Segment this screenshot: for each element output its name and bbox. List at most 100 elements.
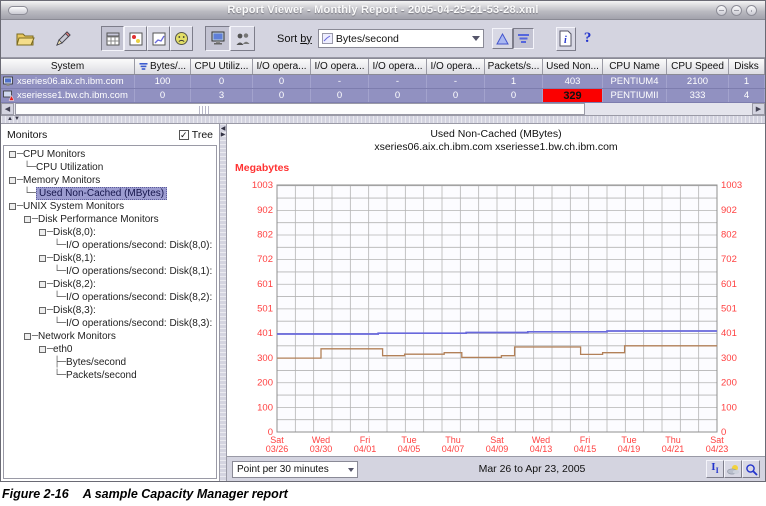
table-view-button[interactable] (101, 26, 124, 51)
single-system-button[interactable] (205, 26, 230, 51)
tree-expand-icon[interactable] (9, 177, 16, 184)
y-tick-label-right: 501 (721, 304, 737, 315)
tree-item[interactable]: ─Disk(8,0): (4, 226, 216, 239)
column-header-1[interactable]: Bytes/... (135, 59, 191, 74)
table-cell: 0 (253, 89, 311, 102)
tree-item-label: Memory Monitors (23, 175, 100, 186)
tree-item[interactable]: └─I/O operations/second: Disk(8,3): (4, 317, 216, 330)
tree-item[interactable]: ─eth0 (4, 343, 216, 356)
help-icon[interactable]: ? (584, 30, 592, 47)
tree-item[interactable]: ─Disk(8,3): (4, 304, 216, 317)
tree-expand-icon[interactable] (39, 255, 46, 262)
table-header-row: SystemBytes/...CPU Utiliz...I/O opera...… (1, 59, 765, 75)
tree-expand-icon[interactable] (24, 333, 31, 340)
vertical-splitter[interactable]: ◀▶ (220, 124, 227, 481)
column-header-label: CPU Name (609, 61, 660, 72)
tree-expand-icon[interactable] (9, 151, 16, 158)
minimize-button[interactable] (716, 5, 727, 16)
tree-item-label-selected: Used Non-Cached (MBytes) (36, 187, 167, 200)
tree-item[interactable]: ├─Bytes/second (4, 356, 216, 369)
group-systems-button[interactable] (230, 26, 255, 51)
pencil-icon (55, 30, 72, 47)
y-tick-label: 1003 (252, 180, 273, 191)
splitter-collapse-icons[interactable]: ◀▶ (221, 126, 226, 138)
x-tick-date: 04/09 (486, 444, 509, 454)
edit-report-button[interactable] (51, 27, 75, 51)
tree-item[interactable]: ─Memory Monitors (4, 174, 216, 187)
chart-subtitle: xseries06.aix.ch.ibm.com xseriesse1.bw.c… (227, 141, 765, 153)
table-row[interactable]: xseriesse1.bw.ch.ibm.com0300000329PENTIU… (1, 89, 765, 103)
forecast-button[interactable] (724, 460, 742, 478)
tree-item[interactable]: └─I/O operations/second: Disk(8,1): (4, 265, 216, 278)
report-info-button[interactable]: i (556, 27, 576, 51)
splitter-collapse-icons[interactable]: ▲▼ (7, 116, 21, 122)
x-tick-date: 04/19 (618, 444, 641, 454)
tree-item[interactable]: ─Disk Performance Monitors (4, 213, 216, 226)
tree-expand-icon[interactable] (39, 346, 46, 353)
tree-expand-icon[interactable] (39, 281, 46, 288)
chart-bottom-bar: Point per 30 minutes Mar 26 to Apr 23, 2… (227, 456, 765, 481)
tree-item[interactable]: ─Disk(8,1): (4, 252, 216, 265)
close-button[interactable] (746, 5, 757, 16)
system-name: xseries06.aix.ch.ibm.com (17, 76, 124, 87)
scrollbar-thumb[interactable] (15, 103, 585, 115)
sort-descending-button[interactable] (513, 28, 534, 49)
table-row[interactable]: xseries06.aix.ch.ibm.com10000---1403PENT… (1, 75, 765, 89)
column-header-3[interactable]: I/O opera... (253, 59, 311, 74)
tree-expand-icon[interactable] (9, 203, 16, 210)
open-report-button[interactable] (13, 27, 37, 51)
column-header-2[interactable]: CPU Utiliz... (191, 59, 253, 74)
tree-item[interactable]: └─CPU Utilization (4, 161, 216, 174)
line-chart-view-button[interactable] (147, 26, 170, 51)
scroll-left-arrow[interactable]: ◀ (1, 103, 14, 115)
horizontal-splitter[interactable]: ▲▼ (1, 116, 765, 124)
table-cell: - (311, 75, 369, 88)
tree-item[interactable]: └─Used Non-Cached (MBytes) (4, 187, 216, 200)
tree-item[interactable]: └─Packets/second (4, 369, 216, 382)
system-icon (3, 76, 14, 87)
tree-item[interactable]: └─I/O operations/second: Disk(8,2): (4, 291, 216, 304)
health-view-button[interactable] (170, 26, 193, 51)
column-header-5[interactable]: I/O opera... (369, 59, 427, 74)
tree-expand-icon[interactable] (39, 307, 46, 314)
axis-labels-button[interactable]: II (706, 460, 724, 478)
monitor-metric-icon (322, 33, 333, 44)
tree-expand-icon[interactable] (24, 216, 31, 223)
main-area: Monitors ✓ Tree ─CPU Monitors└─CPU Utili… (1, 124, 765, 481)
column-header-4[interactable]: I/O opera... (311, 59, 369, 74)
tree-expand-icon[interactable] (39, 229, 46, 236)
y-tick-label-right: 702 (721, 254, 737, 265)
tree-item[interactable]: ─UNIX System Monitors (4, 200, 216, 213)
sort-by-dropdown[interactable]: Bytes/second (318, 29, 484, 48)
tree-item[interactable]: ─Network Monitors (4, 330, 216, 343)
column-header-label: I/O opera... (256, 61, 306, 72)
table-cell: 0 (191, 75, 253, 88)
table-horizontal-scrollbar[interactable]: ◀ ▶ (1, 103, 765, 116)
title-bar: Report Viewer - Monthly Report - 2005-04… (1, 1, 765, 20)
column-header-10[interactable]: CPU Speed (667, 59, 729, 74)
tree-checkbox[interactable]: ✓ Tree (179, 129, 213, 141)
tree-item[interactable]: ─Disk(8,2): (4, 278, 216, 291)
column-header-6[interactable]: I/O opera... (427, 59, 485, 74)
column-header-9[interactable]: CPU Name (603, 59, 667, 74)
zoom-button[interactable] (742, 460, 760, 478)
table-cell: - (369, 75, 427, 88)
tree-item-label: UNIX System Monitors (23, 201, 124, 212)
status-view-button[interactable] (124, 26, 147, 51)
interval-dropdown[interactable]: Point per 30 minutes (232, 461, 358, 478)
column-header-7[interactable]: Packets/s... (485, 59, 543, 74)
tree-item[interactable]: └─I/O operations/second: Disk(8,0): (4, 239, 216, 252)
x-tick-date: 03/30 (310, 444, 333, 454)
sort-by-value: Bytes/second (336, 33, 399, 45)
tree-item[interactable]: ─CPU Monitors (4, 148, 216, 161)
column-header-label: Packets/s... (488, 61, 540, 72)
scroll-right-arrow[interactable]: ▶ (752, 103, 765, 115)
sort-ascending-button[interactable] (492, 28, 513, 49)
restore-button[interactable] (731, 5, 742, 16)
column-header-0[interactable]: System (1, 59, 135, 74)
monitors-panel: Monitors ✓ Tree ─CPU Monitors└─CPU Utili… (1, 124, 220, 481)
column-header-11[interactable]: Disks (729, 59, 765, 74)
column-header-8[interactable]: Used Non... (543, 59, 603, 74)
system-name: xseriesse1.bw.ch.ibm.com (17, 90, 128, 101)
monitors-title: Monitors (7, 129, 47, 141)
